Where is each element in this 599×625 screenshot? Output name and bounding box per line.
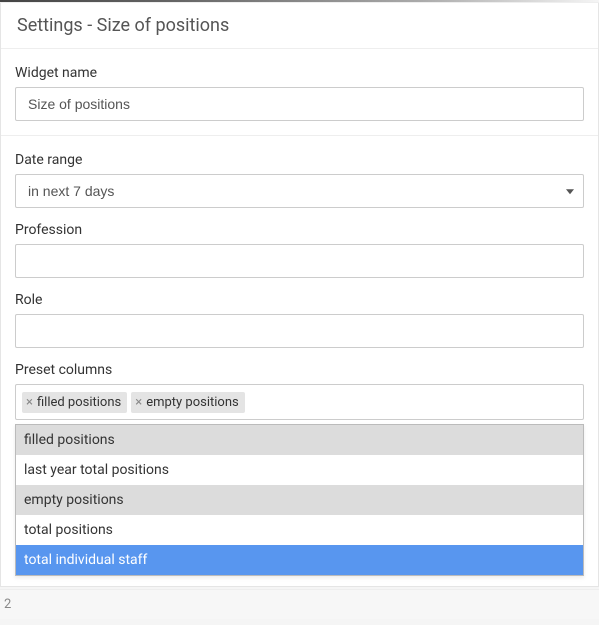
preset-columns-label: Preset columns — [15, 362, 584, 378]
footer-char: 2 — [4, 597, 11, 612]
tag-filled-positions[interactable]: × filled positions — [22, 392, 127, 413]
dropdown-item-total-individual-staff[interactable]: total individual staff — [16, 545, 583, 575]
profession-group: Profession — [15, 222, 584, 278]
date-range-group: Date range in next 7 days — [15, 152, 584, 208]
widget-name-input[interactable] — [15, 87, 584, 121]
date-range-select-wrap: in next 7 days — [15, 174, 584, 208]
role-input[interactable] — [15, 314, 584, 348]
tag-label: filled positions — [37, 395, 121, 410]
profession-label: Profession — [15, 222, 584, 238]
tag-empty-positions[interactable]: × empty positions — [131, 392, 244, 413]
preset-columns-dropdown: filled positions last year total positio… — [15, 424, 584, 576]
dropdown-item-empty-positions[interactable]: empty positions — [16, 485, 583, 515]
preset-columns-input[interactable]: × filled positions × empty positions — [15, 384, 584, 420]
date-range-select[interactable]: in next 7 days — [15, 174, 584, 208]
widget-name-label: Widget name — [15, 65, 584, 81]
panel-body: Widget name Date range in next 7 days Pr… — [1, 49, 598, 586]
dropdown-item-last-year-total-positions[interactable]: last year total positions — [16, 455, 583, 485]
dropdown-item-total-positions[interactable]: total positions — [16, 515, 583, 545]
preset-columns-group: Preset columns × filled positions × empt… — [15, 362, 584, 576]
close-icon[interactable]: × — [135, 396, 144, 409]
settings-panel: Settings - Size of positions Widget name… — [0, 3, 599, 587]
widget-name-group: Widget name — [15, 65, 584, 121]
tag-label: empty positions — [146, 395, 239, 410]
date-range-label: Date range — [15, 152, 584, 168]
role-group: Role — [15, 292, 584, 348]
profession-input[interactable] — [15, 244, 584, 278]
divider — [1, 135, 598, 136]
close-icon[interactable]: × — [26, 396, 35, 409]
footer-area: 2 — [0, 589, 599, 619]
dropdown-item-filled-positions[interactable]: filled positions — [16, 425, 583, 455]
panel-title: Settings - Size of positions — [1, 3, 598, 49]
role-label: Role — [15, 292, 584, 308]
